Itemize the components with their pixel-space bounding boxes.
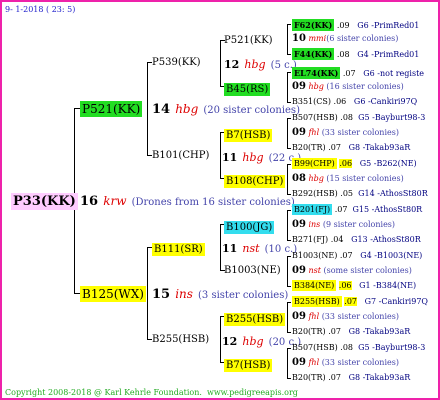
row-el74: EL74(KK) .07 G6 -not registe [292,67,425,79]
b255-drone-info: 12 hbg (20 c.) [222,335,302,349]
node-b45: B45(RS) [224,83,271,96]
node-b125: B125(WX) [80,286,146,302]
row-sisters-17: 09 nst (some sister colonies) [292,265,412,276]
row-b20c: B20(TR) .07 G8 -Takab93aR [292,373,411,382]
connector [287,72,291,73]
node-b108: B108(CHP) [224,175,286,188]
node-b100: B100(JG) [224,221,275,234]
connector [287,210,291,211]
connector [287,24,288,55]
connector [287,164,288,195]
connector [147,62,148,155]
node-b255b: B255(HSB) [224,313,286,326]
connector [147,247,148,340]
node-b111: B111(SR) [152,243,205,256]
row-b384: B384(NE) .06 G1 -B384(NE) [292,280,417,291]
p521b-drone-info: 12 hbg (5 c.) [224,58,297,72]
row-b507a: B507(HSB) .08 G5 -Bayburt98-3 [292,113,426,122]
row-sisters-23: 09 fhl (33 sister colonies) [292,357,399,368]
node-b255: B255(HSB) [152,334,210,345]
connector [220,40,221,87]
node-b1003: B1003(NE) [224,265,281,276]
row-sisters-2: 10 mmi(6 sister colonies) [292,33,399,44]
connector [220,316,221,363]
p521-drone-info: 14 hbg (20 sister colonies) [152,102,300,117]
row-f44: F44(KK) .08 G4 -PrimRed01 [292,48,420,60]
row-b1003a: B1003(NE) .07 G4 -B1003(NE) [292,251,423,260]
row-sisters-5: 09 hbg (16 sister colonies) [292,81,404,92]
connector [287,24,291,25]
node-p521b: P521(KK) [224,35,273,46]
connector [220,132,221,179]
row-sisters-14: 09 ins (9 sister colonies) [292,219,396,230]
root-drone-info: 16 krw (Drones from 16 sister colonies) [80,194,295,209]
connector [287,302,288,333]
connector [287,54,291,55]
row-b271: B271(FJ) .04 G13 -AthosSt80R [292,235,421,244]
row-b20b: B20(TR) .07 G8 -Takab93aR [292,327,411,336]
footer-link[interactable]: www.pedigreeapis.org [207,388,298,397]
row-b201: B201(FJ) .07 G15 -AthosSt80R [292,204,423,215]
row-sisters-11: 08 hbg (15 sister colonies) [292,173,404,184]
row-b507b: B507(HSB) .08 G5 -Bayburt98-3 [292,343,426,352]
root-queen: P33(KK) [11,193,78,210]
connector [287,256,288,287]
connector [287,72,288,103]
b125-drone-info: 15 ins (3 sister colonies) [152,287,289,302]
connector [287,148,291,149]
connector [287,302,291,303]
connector [287,210,288,241]
row-b292: B292(HSB) .05 G14 -AthosSt80R [292,189,428,198]
connector [287,256,291,257]
connector [287,332,291,333]
row-b20a: B20(TR) .07 G8 -Takab93aR [292,143,411,152]
row-sisters-8: 09 fhl (33 sister colonies) [292,127,399,138]
connector [287,378,291,379]
print-date: 9- 1-2018 ( 23: 5) [5,5,76,14]
row-b255a: B255(HSB) .07 G7 -Cankiri97Q [292,296,428,307]
pedigree-frame: 9- 1-2018 ( 23: 5) P33(KK) 16 krw (Drone… [0,0,440,400]
row-b351: B351(CS) .06 G6 -Cankiri97Q [292,97,418,106]
node-b7a: B7(HSB) [224,129,273,142]
connector [287,118,288,149]
footer-copyright: Copyright 2008-2018 @ Karl Kehrle Founda… [5,388,298,397]
row-f62: F62(KK) .09 G6 -PrimRed01 [292,19,420,31]
connector [220,224,221,271]
node-b7b: B7(HSB) [224,359,273,372]
node-b101: B101(CHP) [152,150,210,161]
connector [287,118,291,119]
node-p521: P521(KK) [80,101,143,117]
row-sisters-20: 09 fhl (33 sister colonies) [292,311,399,322]
b101-drone-info: 11 hbg (22 c.) [222,151,302,165]
b111-drone-info: 11 nst (10 c.) [222,242,298,256]
row-b99: B99(CHP) .06 G5 -B262(NE) [292,158,417,169]
connector [287,348,288,379]
node-p539: P539(KK) [152,57,201,68]
